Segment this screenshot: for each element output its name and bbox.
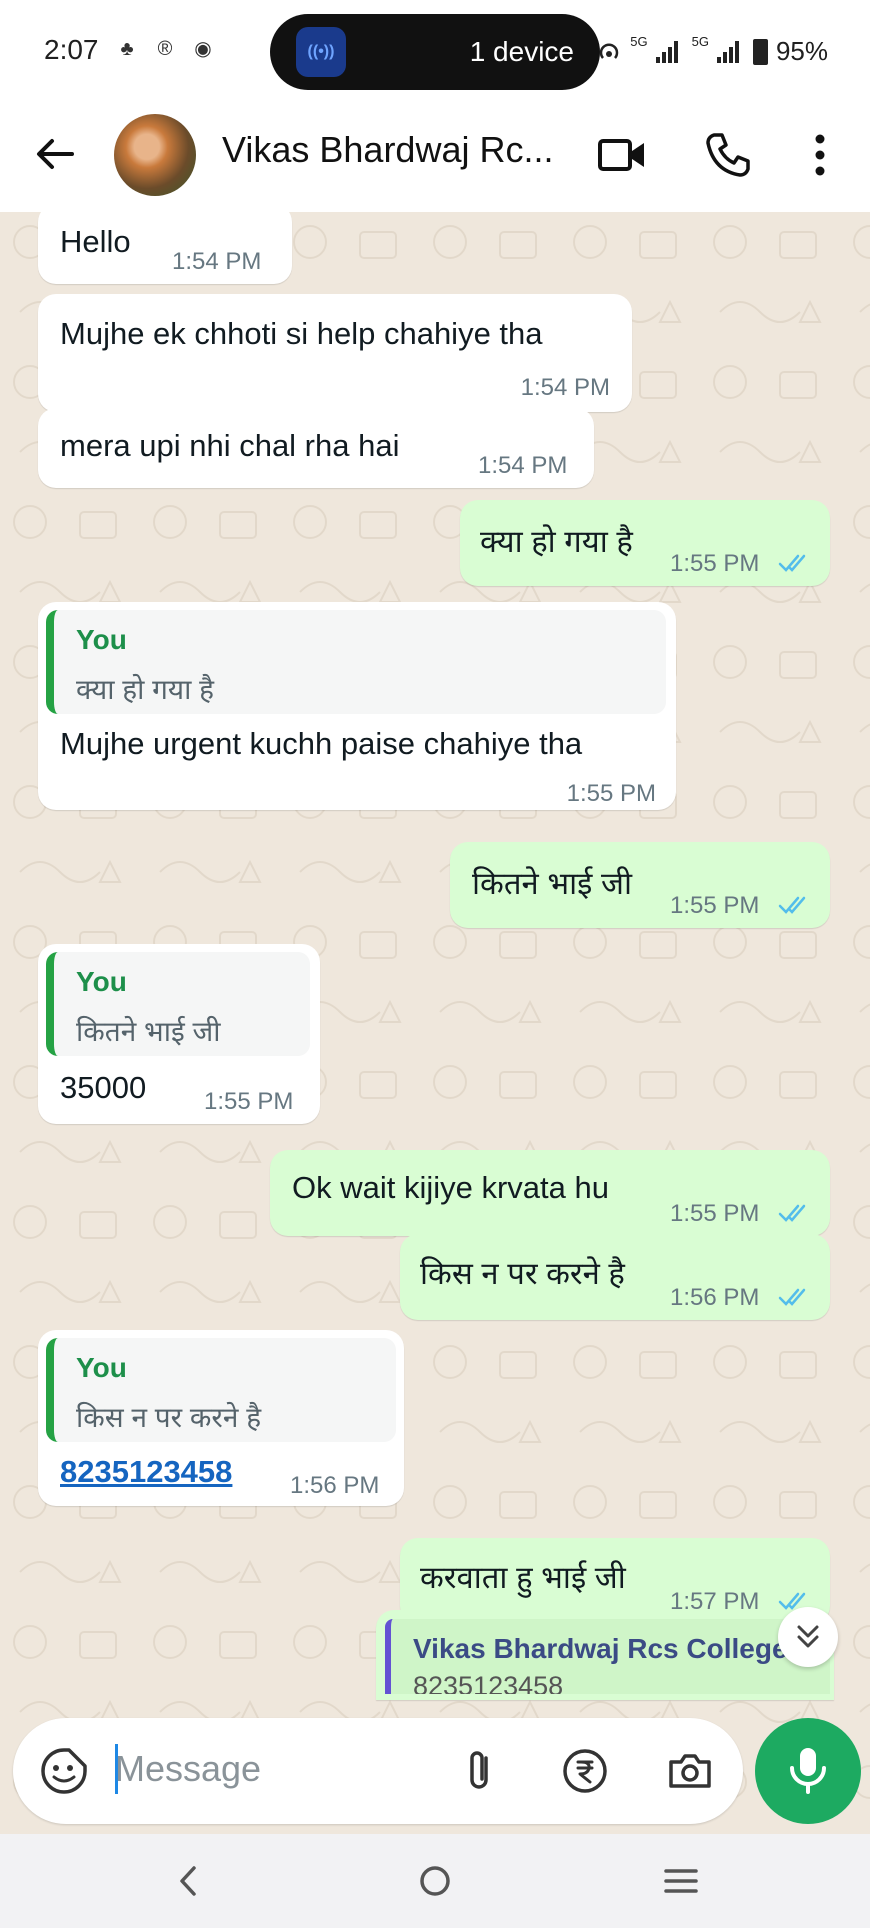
- message-time: 1:55 PM: [566, 780, 656, 807]
- double-chevron-down-icon: [797, 1625, 819, 1648]
- message-bubble-outgoing[interactable]: Ok wait kijiye krvata hu 1:55 PM: [270, 1150, 830, 1236]
- live-activity-pill[interactable]: ((•)) 1 device: [270, 14, 600, 90]
- pill-label: 1 device: [469, 36, 574, 67]
- quote-text: क्या हो गया है: [76, 674, 215, 705]
- message-time: 1:55 PM: [670, 550, 760, 577]
- phone-number-link[interactable]: 8235123458: [60, 1454, 232, 1490]
- clock: 2:07: [44, 34, 99, 65]
- message-time: 1:55 PM: [670, 892, 760, 919]
- camera-icon[interactable]: [663, 1744, 717, 1798]
- chat-area[interactable]: Hello 1:54 PM Mujhe ek chhoti si help ch…: [0, 212, 870, 1834]
- shared-contact-number: 8235123458: [413, 1671, 564, 1694]
- hotspot-status-icon: [600, 42, 619, 59]
- message-time: 1:55 PM: [204, 1088, 294, 1115]
- status-bar: 2:07 ♣ ® ◉ ((•)) 1 device 5G 5G 95%: [0, 0, 870, 103]
- rupee-notification-icon: ®: [157, 38, 173, 60]
- quote-author: You: [76, 1352, 127, 1383]
- contact-name[interactable]: Vikas Bhardwaj Rc...: [222, 129, 553, 171]
- hotspot-icon: ((•)): [296, 27, 346, 77]
- message-bubble-incoming[interactable]: mera upi nhi chal rha hai 1:54 PM: [38, 408, 594, 488]
- message-time: 1:54 PM: [520, 374, 610, 401]
- message-text: mera upi nhi chal rha hai: [60, 428, 400, 463]
- notification-icons: ♣ ® ◉: [114, 36, 216, 62]
- message-bubble-incoming[interactable]: You क्या हो गया है Mujhe urgent kuchh pa…: [38, 602, 676, 810]
- more-options-icon[interactable]: [792, 127, 848, 183]
- read-receipt-icon: [778, 554, 806, 572]
- message-text: करवाता हु भाई जी: [420, 1560, 626, 1595]
- message-bubble-incoming[interactable]: Mujhe ek chhoti si help chahiye tha 1:54…: [38, 294, 632, 412]
- message-bubble-incoming[interactable]: Hello 1:54 PM: [38, 212, 292, 284]
- voice-call-icon[interactable]: [700, 127, 756, 183]
- message-text: Ok wait kijiye krvata hu: [292, 1170, 609, 1205]
- message-time: 1:55 PM: [670, 1200, 760, 1227]
- quote-text: किस न पर करने है: [76, 1402, 262, 1433]
- battery-percent: 95%: [775, 36, 828, 66]
- message-text: Hello: [60, 224, 131, 259]
- message-time: 1:54 PM: [172, 248, 262, 275]
- read-receipt-icon: [778, 1288, 806, 1306]
- message-input[interactable]: Message: [115, 1748, 261, 1790]
- whatsapp-notification-icon: ◉: [194, 38, 212, 60]
- message-bubble-outgoing[interactable]: क्या हो गया है 1:55 PM: [460, 500, 830, 586]
- app-notification-icon: ♣: [120, 38, 134, 60]
- quoted-message[interactable]: You क्या हो गया है: [46, 610, 666, 714]
- read-receipt-icon: [778, 1204, 806, 1222]
- scroll-to-bottom-button[interactable]: [778, 1607, 838, 1667]
- network-label-1: 5G: [630, 34, 648, 49]
- message-composer[interactable]: Message: [13, 1718, 743, 1824]
- battery-icon: [752, 38, 768, 65]
- message-text: क्या हो गया है: [480, 524, 633, 559]
- sticker-icon[interactable]: [37, 1744, 91, 1798]
- attach-icon[interactable]: [453, 1744, 507, 1798]
- mic-button[interactable]: [755, 1718, 861, 1824]
- nav-home-icon[interactable]: [410, 1856, 460, 1906]
- message-bubble-outgoing[interactable]: कितने भाई जी 1:55 PM: [450, 842, 830, 928]
- rupee-payment-icon[interactable]: [558, 1744, 612, 1798]
- quote-text: कितने भाई जी: [76, 1016, 221, 1047]
- quote-author: You: [76, 624, 127, 655]
- video-call-icon[interactable]: [594, 127, 650, 183]
- read-receipt-icon: [778, 896, 806, 914]
- signal-1-icon: [655, 40, 678, 63]
- message-time: 1:56 PM: [290, 1472, 380, 1499]
- message-bubble-outgoing[interactable]: किस न पर करने है 1:56 PM: [400, 1234, 830, 1320]
- nav-back-icon[interactable]: [164, 1856, 214, 1906]
- quoted-message[interactable]: You किस न पर करने है: [46, 1338, 396, 1442]
- quoted-message[interactable]: You कितने भाई जी: [46, 952, 310, 1056]
- message-text: Mujhe urgent kuchh paise chahiye tha: [60, 726, 583, 761]
- chat-header: Vikas Bhardwaj Rc...: [0, 103, 870, 212]
- shared-contact-card[interactable]: Vikas Bhardwaj Rcs College 8235123458: [385, 1619, 830, 1694]
- nav-recents-icon[interactable]: [656, 1856, 706, 1906]
- message-text: कितने भाई जी: [472, 866, 633, 901]
- message-time: 1:54 PM: [478, 452, 568, 479]
- mic-icon: [790, 1748, 826, 1794]
- quote-author: You: [76, 966, 127, 997]
- contact-avatar[interactable]: [114, 114, 196, 196]
- back-arrow-icon[interactable]: [30, 129, 80, 179]
- message-text: Mujhe ek chhoti si help chahiye tha: [60, 316, 543, 351]
- message-text: किस न पर करने है: [420, 1256, 625, 1291]
- network-label-2: 5G: [691, 34, 709, 49]
- message-text: 35000: [60, 1070, 147, 1105]
- message-bubble-incoming[interactable]: You कितने भाई जी 35000 1:55 PM: [38, 944, 320, 1124]
- system-navigation-bar: [0, 1834, 870, 1928]
- message-bubble-incoming[interactable]: You किस न पर करने है 8235123458 1:56 PM: [38, 1330, 404, 1506]
- message-time: 1:56 PM: [670, 1284, 760, 1311]
- shared-contact-name: Vikas Bhardwaj Rcs College: [413, 1633, 788, 1664]
- signal-2-icon: [716, 40, 739, 63]
- system-indicators: 5G 5G 95%: [596, 34, 828, 67]
